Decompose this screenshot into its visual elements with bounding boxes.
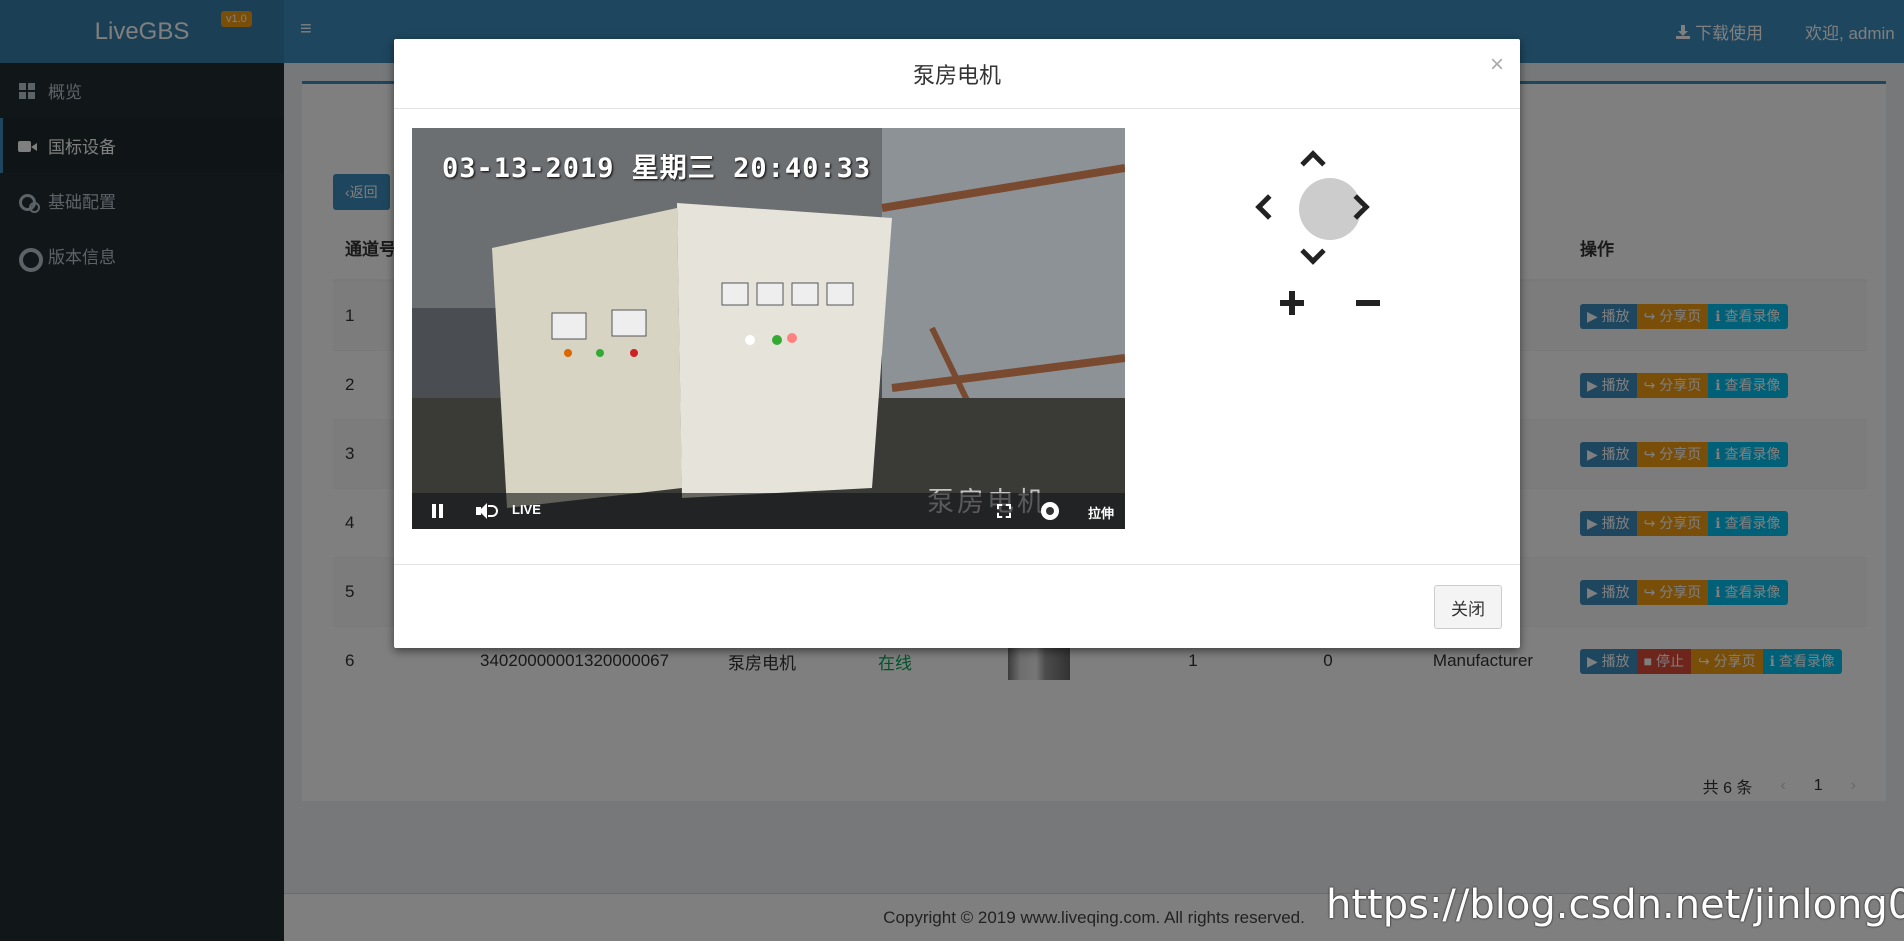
player-controls: LIVE 拉伸 xyxy=(412,493,1125,529)
zoom-out-icon[interactable] xyxy=(1356,300,1380,306)
modal-header: 泵房电机 × xyxy=(394,39,1520,109)
osd-timestamp: 03-13-2019 星期三 20:40:33 xyxy=(442,153,872,184)
snapshot-icon[interactable] xyxy=(1041,502,1059,520)
ptz-left-icon[interactable] xyxy=(1255,194,1281,220)
zoom-in-icon[interactable] xyxy=(1280,291,1304,315)
live-label: LIVE xyxy=(512,502,541,517)
modal-title: 泵房电机 xyxy=(912,62,1001,88)
volume-icon[interactable] xyxy=(476,503,498,519)
video-player[interactable]: 03-13-2019 星期三 20:40:33 泵房电机 LIVE 拉伸 xyxy=(412,128,1125,529)
close-icon[interactable]: × xyxy=(1490,53,1504,77)
close-button[interactable]: 关闭 xyxy=(1434,585,1502,629)
modal-footer: 关闭 xyxy=(394,565,1520,648)
watermark: https://blog.csdn.net/jinlong0603 xyxy=(1326,882,1904,928)
ptz-up-icon[interactable] xyxy=(1300,150,1326,176)
ptz-down-icon[interactable] xyxy=(1300,239,1326,265)
video-modal: 泵房电机 × 03-13-2019 星期三 20:40:33 LIVE 拉伸 关… xyxy=(394,39,1520,648)
modal-body: 03-13-2019 星期三 20:40:33 泵房电机 LIVE 拉伸 xyxy=(394,109,1520,565)
video-frame xyxy=(412,128,1125,529)
pause-icon[interactable] xyxy=(432,504,444,518)
fullscreen-icon[interactable] xyxy=(997,504,1011,518)
stretch-button[interactable]: 拉伸 xyxy=(1088,503,1114,522)
